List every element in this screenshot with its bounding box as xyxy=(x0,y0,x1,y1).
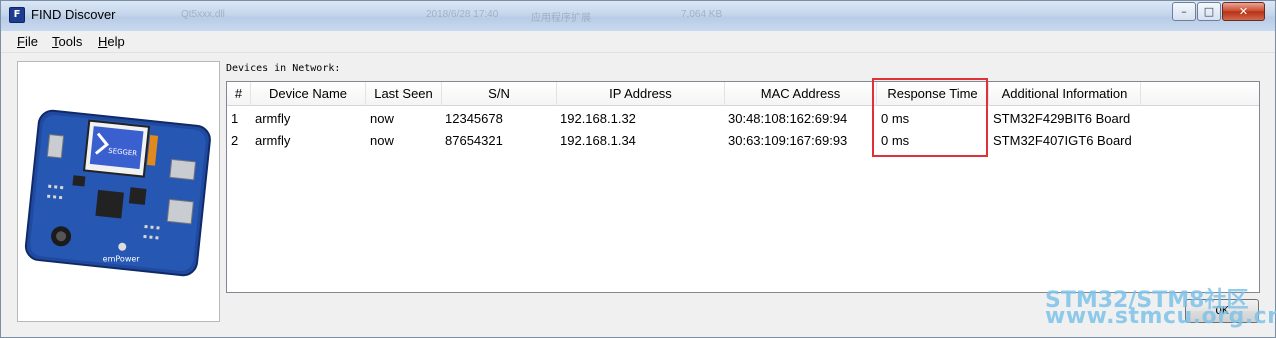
background-title-text: 2018/6/28 17:40 xyxy=(426,9,499,20)
find-discover-window: F FIND Discover Qt5xxx.dll 2018/6/28 17:… xyxy=(0,0,1276,338)
table-row[interactable]: 1 armfly now 12345678 192.168.1.32 30:48… xyxy=(227,108,1259,130)
menu-bar: File Tools Help xyxy=(1,31,1275,53)
menu-file-mnemonic: F xyxy=(17,34,25,49)
minimize-button[interactable]: – xyxy=(1172,2,1196,21)
menu-file[interactable]: File xyxy=(17,34,38,49)
background-title-text: 应用程序扩展 xyxy=(531,13,591,24)
board-image-panel: SEGGER emPower xyxy=(17,61,220,322)
close-button[interactable]: ✕ xyxy=(1222,2,1265,21)
menu-help[interactable]: Help xyxy=(98,34,125,49)
menu-help-label: elp xyxy=(107,34,125,49)
cell-last-seen: now xyxy=(370,111,394,126)
window-title: FIND Discover xyxy=(31,7,116,22)
column-header-additional-info[interactable]: Additional Information xyxy=(989,82,1141,106)
menu-help-mnemonic: H xyxy=(98,34,108,49)
column-header-last-seen[interactable]: Last Seen xyxy=(366,82,442,106)
cell-device-name: armfly xyxy=(255,133,291,148)
menu-tools-label: ools xyxy=(58,34,83,49)
cell-response-time: 0 ms xyxy=(881,133,910,148)
column-header-mac-address[interactable]: MAC Address xyxy=(725,82,877,106)
cell-ip-address: 192.168.1.34 xyxy=(560,133,636,148)
cell-device-name: armfly xyxy=(255,111,291,126)
cell-number: 1 xyxy=(231,111,239,126)
maximize-button[interactable]: □ xyxy=(1197,2,1221,21)
title-bar[interactable]: F FIND Discover Qt5xxx.dll 2018/6/28 17:… xyxy=(1,1,1275,31)
menu-tools[interactable]: Tools xyxy=(52,34,82,49)
cell-number: 2 xyxy=(231,133,239,148)
column-header-ip-address[interactable]: IP Address xyxy=(557,82,725,106)
watermark-line-2: www.stmcu.org.cn xyxy=(1045,304,1276,329)
device-list-header: # Device Name Last Seen S/N IP Address M… xyxy=(227,82,1259,106)
board-caption: emPower xyxy=(103,255,141,264)
column-header-response-time[interactable]: Response Time xyxy=(877,82,989,106)
board-image: SEGGER emPower xyxy=(24,109,211,277)
cell-mac-address: 30:48:108:162:69:94 xyxy=(728,111,848,126)
devices-in-network-label: Devices in Network: xyxy=(226,63,341,74)
cell-last-seen: now xyxy=(370,133,394,148)
cell-ip-address: 192.168.1.32 xyxy=(560,111,636,126)
cell-additional-info: STM32F429BIT6 Board xyxy=(993,111,1131,126)
cell-response-time: 0 ms xyxy=(881,111,910,126)
menu-file-label: ile xyxy=(24,34,38,49)
cell-mac-address: 30:63:109:167:69:93 xyxy=(728,133,848,148)
column-header-device-name[interactable]: Device Name xyxy=(251,82,366,106)
column-header-sn[interactable]: S/N xyxy=(442,82,557,106)
table-row[interactable]: 2 armfly now 87654321 192.168.1.34 30:63… xyxy=(227,130,1259,152)
background-title-text: 7,064 KB xyxy=(681,9,723,20)
app-icon: F xyxy=(9,7,25,23)
cell-sn: 87654321 xyxy=(445,133,503,148)
background-title-text: Qt5xxx.dll xyxy=(181,9,225,20)
cell-sn: 12345678 xyxy=(445,111,503,126)
device-list[interactable]: # Device Name Last Seen S/N IP Address M… xyxy=(226,81,1260,293)
column-header-number[interactable]: # xyxy=(227,82,251,106)
cell-additional-info: STM32F407IGT6 Board xyxy=(993,133,1132,148)
